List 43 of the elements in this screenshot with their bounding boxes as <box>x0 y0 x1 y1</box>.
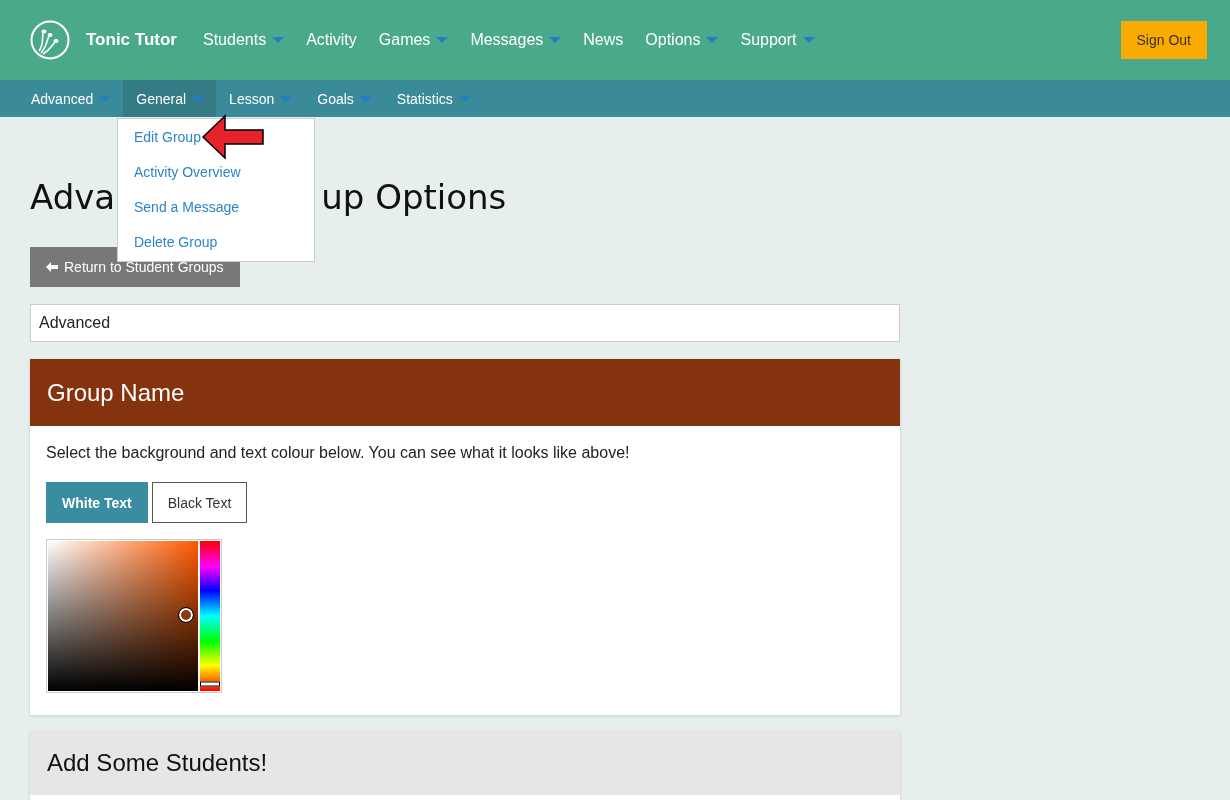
pointer-arrow-drawing <box>201 114 265 160</box>
menu-item[interactable]: Edit Group <box>118 120 314 155</box>
nav-link[interactable]: Support <box>740 31 815 49</box>
caret-icon <box>458 95 471 102</box>
picker-handle[interactable] <box>179 607 193 622</box>
nav-link[interactable]: Options <box>645 31 719 49</box>
nav-link[interactable]: Games <box>378 31 449 49</box>
shade-area[interactable] <box>48 541 198 691</box>
sub-nav-tab[interactable]: General <box>123 80 217 117</box>
arrow-left-icon <box>46 262 58 272</box>
caret-icon <box>280 95 293 102</box>
sub-nav-tab[interactable]: Lesson <box>216 80 305 117</box>
slider-handle[interactable] <box>200 681 220 686</box>
nav-link[interactable]: News <box>583 31 624 49</box>
logo-icon[interactable] <box>30 20 70 60</box>
caret-icon <box>706 37 719 43</box>
caret-icon <box>359 95 372 102</box>
menu-item[interactable]: Activity Overview <box>118 155 314 190</box>
group-name-field[interactable]: Advanced <box>30 304 900 342</box>
caret-icon <box>802 37 815 43</box>
caret-icon <box>192 95 205 102</box>
nav-link[interactable]: Students <box>202 31 285 49</box>
page-heading: up Options <box>321 177 507 217</box>
nav-link[interactable]: Messages <box>470 31 562 49</box>
caret-icon <box>436 37 449 43</box>
sign-out-button[interactable]: Sign Out <box>1120 21 1207 59</box>
text-colour-toggle[interactable]: Black Text <box>151 482 248 523</box>
sub-nav-tab[interactable]: Goals <box>304 80 384 117</box>
card-title: Group Name <box>47 378 185 407</box>
caret-icon <box>272 37 285 43</box>
page-heading: Adva <box>30 177 116 217</box>
card-title: Add Some Students! <box>47 749 268 777</box>
instructions-text: Select the background and text colour below. You can see what it looks like above! <box>46 444 631 462</box>
menu-item[interactable]: Send a Message <box>118 190 314 225</box>
sub-nav-tab[interactable]: Statistics <box>383 80 483 117</box>
color-picker[interactable] <box>46 539 222 693</box>
text-colour-toggle[interactable]: White Text <box>46 482 148 523</box>
brand-name[interactable]: Tonic Tutor <box>86 30 177 50</box>
nav-link[interactable]: Activity <box>306 31 357 49</box>
caret-icon <box>549 37 562 43</box>
sub-nav-tab[interactable]: Advanced <box>18 80 124 117</box>
caret-icon <box>99 95 112 102</box>
hue-slider[interactable] <box>200 541 220 691</box>
